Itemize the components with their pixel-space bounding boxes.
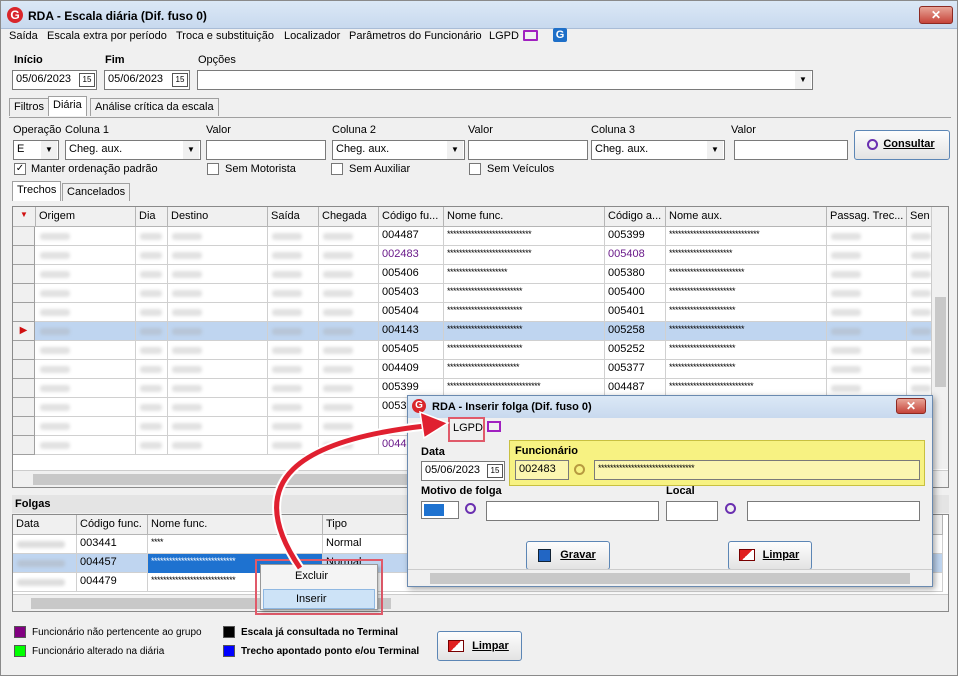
annotation-arrow [272, 410, 450, 571]
